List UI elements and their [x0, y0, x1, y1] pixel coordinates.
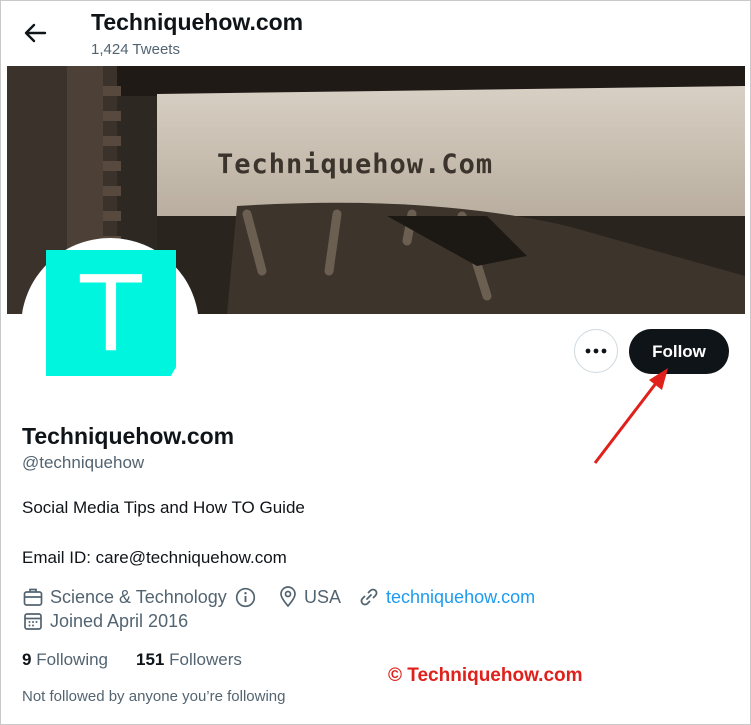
location-label: USA — [304, 586, 342, 607]
avatar[interactable]: T — [46, 250, 176, 376]
tweet-count: 1,424 Tweets — [91, 41, 180, 58]
more-options-button[interactable] — [574, 329, 618, 373]
arrow-left-icon — [24, 23, 47, 43]
briefcase-icon — [23, 588, 43, 606]
info-icon[interactable] — [235, 587, 256, 608]
avatar-letter: T — [77, 251, 145, 374]
profile-name: Techniquehow.com — [22, 423, 235, 449]
bio-line-2: Email ID: care@techniquehow.com — [22, 548, 287, 567]
followers-label: Followers — [169, 650, 242, 669]
followers-link[interactable]: 151 Followers — [136, 650, 242, 670]
followers-count: 151 — [136, 650, 165, 669]
profile-handle: @techniquehow — [22, 453, 145, 472]
link-icon — [360, 588, 378, 606]
calendar-icon — [24, 613, 42, 630]
location-pin-icon — [280, 586, 296, 608]
bio-line-1: Social Media Tips and How TO Guide — [22, 498, 305, 517]
profile-joined: Joined April 2016 — [22, 610, 188, 632]
back-button[interactable] — [18, 16, 52, 50]
profile-website: techniquehow.com — [358, 586, 535, 608]
joined-label: Joined April 2016 — [50, 610, 189, 631]
profile-location: USA — [278, 586, 341, 608]
watermark: © Techniquehow.com — [388, 665, 583, 686]
header-title: Techniquehow.com — [91, 9, 304, 35]
follow-button[interactable]: Follow — [629, 329, 729, 374]
more-dots-icon — [585, 348, 607, 354]
following-link[interactable]: 9 Following — [22, 650, 108, 670]
following-count: 9 — [22, 650, 32, 669]
banner-text: Techniquehow.Com — [217, 149, 494, 180]
not-followed-note: Not followed by anyone you’re following — [22, 688, 286, 705]
profile-category: Science & Technology — [22, 586, 262, 608]
website-link[interactable]: techniquehow.com — [386, 587, 535, 608]
category-label: Science & Technology — [50, 586, 227, 607]
following-label: Following — [36, 650, 109, 669]
